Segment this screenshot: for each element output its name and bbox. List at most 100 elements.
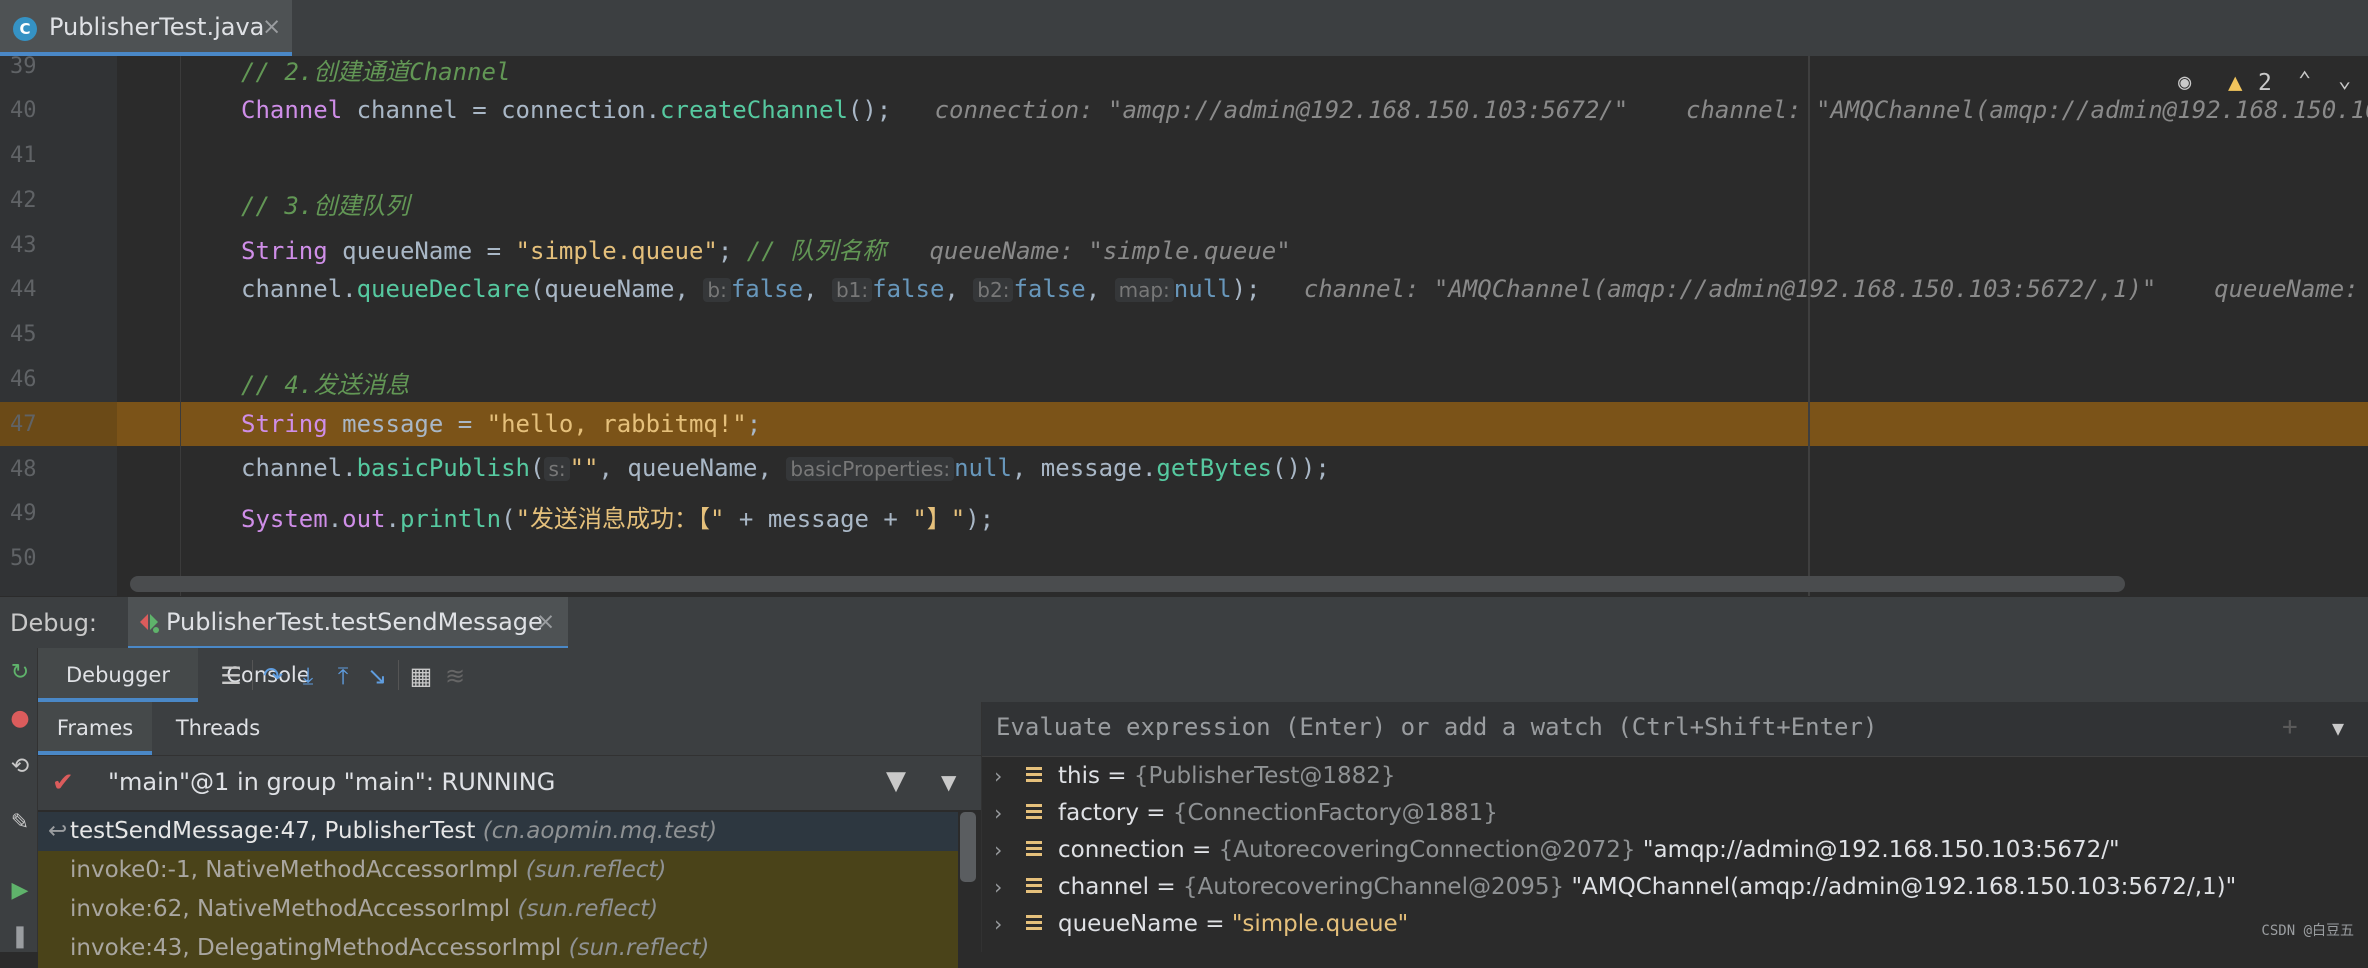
variable-ref: {PublisherTest@1882}: [1133, 763, 1396, 789]
trace-stream-icon[interactable]: ≋: [442, 663, 468, 689]
variable-name: this =: [1058, 763, 1134, 789]
inline-debug-value: channel: "AMQChannel(amqp://admin@192.16…: [1303, 275, 2359, 303]
variable-name: factory =: [1058, 800, 1173, 826]
tab-frames[interactable]: Frames: [38, 702, 152, 755]
line-number: 45: [10, 322, 37, 347]
code-text: (: [501, 505, 516, 533]
inspection-widget[interactable]: ◉ ▲ 2 ⌃ ⌄: [2178, 64, 2368, 108]
frame-package: (cn.aopmin.mq.test): [482, 818, 718, 844]
settings-wrench-icon[interactable]: ✎: [9, 812, 31, 834]
code-string: "发送消息成功：【": [515, 505, 725, 533]
chevron-down-icon[interactable]: ⌄: [2338, 68, 2351, 93]
code-text: channel.: [241, 454, 357, 482]
param-hint: s:: [544, 457, 570, 481]
chevron-down-icon[interactable]: ▼: [941, 770, 956, 794]
code-type: String: [241, 410, 328, 438]
pause-program-icon[interactable]: ❚: [9, 926, 31, 948]
editor-tab-publishertest[interactable]: C PublisherTest.java ×: [0, 0, 292, 56]
param-hint: map:: [1114, 278, 1174, 302]
code-line-44: channel.queueDeclare(queueName, b: false,…: [241, 275, 2368, 303]
code-text: channel.: [241, 275, 357, 303]
editor-tab-bar: C PublisherTest.java ×: [0, 0, 2368, 57]
line-number: 49: [10, 501, 37, 526]
variable-ref: {ConnectionFactory@1881}: [1172, 800, 1498, 826]
close-icon[interactable]: ×: [262, 14, 281, 40]
param-hint: b2:: [973, 278, 1014, 302]
variable-row[interactable]: › connection = {AutorecoveringConnection…: [982, 832, 2362, 869]
code-editor[interactable]: 39 40 41 42 43 44 45 46 47 48 49 50 // 2…: [0, 56, 2368, 596]
frames-scrollbar[interactable]: [960, 812, 976, 882]
tab-threads[interactable]: Threads: [158, 702, 278, 755]
code-text: ();: [847, 96, 892, 124]
close-icon[interactable]: ×: [536, 609, 555, 635]
chevron-right-icon[interactable]: ›: [992, 832, 1004, 869]
line-number: 50: [10, 546, 37, 571]
line-number: 39: [10, 56, 37, 79]
code-method: queueDeclare: [356, 275, 530, 303]
code-line-48: channel.basicPublish(s: "", queueName, ba…: [241, 454, 1330, 482]
code-text: message =: [327, 410, 487, 438]
rerun-failed-icon[interactable]: ●: [9, 708, 31, 730]
rerun-icon[interactable]: ↻: [9, 662, 31, 684]
layout-menu-icon[interactable]: ☰: [218, 663, 244, 689]
run-to-cursor-icon[interactable]: ↘: [364, 663, 390, 689]
variable-row[interactable]: › this = {PublisherTest@1882}: [982, 758, 2362, 795]
chevron-right-icon[interactable]: ›: [992, 906, 1004, 943]
indent-guide: [180, 56, 181, 596]
chevron-up-icon[interactable]: ⌃: [2298, 68, 2311, 93]
code-comment: // 队列名称: [746, 237, 887, 265]
add-watch-icon[interactable]: +: [2282, 712, 2298, 742]
restore-layout-icon[interactable]: ⟲: [9, 756, 31, 778]
code-text: channel = connection.: [342, 96, 661, 124]
chevron-right-icon[interactable]: ›: [992, 869, 1004, 906]
code-text: ,: [944, 275, 974, 303]
frames-pane: Frames Threads ✔ "main"@1 in group "main…: [38, 702, 982, 968]
code-string: "】": [912, 505, 966, 533]
field-icon: [1026, 878, 1042, 896]
filter-icon[interactable]: ▼: [886, 766, 906, 796]
code-type: Channel: [241, 96, 343, 124]
stack-frame[interactable]: ↩ testSendMessage:47, PublisherTest (cn.…: [38, 812, 958, 851]
frame-method: invoke0:-1, NativeMethodAccessorImpl: [70, 857, 526, 883]
variable-row[interactable]: › channel = {AutorecoveringChannel@2095}…: [982, 869, 2362, 906]
return-arrow-icon: ↩: [48, 818, 68, 844]
frame-package: (sun.reflect): [525, 857, 667, 883]
code-string: "hello, rabbitmq!": [486, 410, 747, 438]
hidden-eye-icon[interactable]: ◉: [2178, 70, 2191, 95]
chevron-down-icon[interactable]: ▼: [2332, 716, 2344, 740]
stack-frame[interactable]: invoke0:-1, NativeMethodAccessorImpl (su…: [38, 851, 958, 890]
code-literal: null: [1173, 275, 1232, 303]
code-comment: // 3.创建队列: [241, 192, 410, 220]
thread-selector[interactable]: ✔ "main"@1 in group "main": RUNNING ▼ ▼: [38, 756, 981, 810]
warning-icon: ▲: [2228, 68, 2243, 96]
debug-side-toolbar: ↻ ● ⟲ ✎ ▶ ❚: [0, 648, 38, 952]
editor-tab-label: PublisherTest.java: [49, 13, 265, 41]
toolbar-separator: [252, 660, 253, 690]
chevron-right-icon[interactable]: ›: [992, 795, 1004, 832]
step-into-icon[interactable]: ⤓: [295, 663, 321, 689]
code-text: ;: [746, 410, 762, 438]
code-text: queueName =: [327, 237, 516, 265]
step-out-icon[interactable]: ⤒: [330, 663, 356, 689]
debug-session-tab[interactable]: PublisherTest.testSendMessage ×: [128, 597, 568, 649]
stack-frame[interactable]: invoke:62, NativeMethodAccessorImpl (sun…: [38, 890, 958, 929]
stack-frame[interactable]: invoke:43, DelegatingMethodAccessorImpl …: [38, 929, 958, 968]
evaluate-expression-input[interactable]: Evaluate expression (Enter) or add a wat…: [996, 713, 1877, 741]
code-text: ,: [1085, 275, 1115, 303]
code-type: String: [241, 237, 328, 265]
watermark: CSDN @白豆五: [2261, 923, 2354, 939]
evaluate-expression-icon[interactable]: ▦: [408, 663, 434, 689]
field-icon: [1026, 841, 1042, 859]
tab-debugger[interactable]: Debugger: [38, 648, 198, 702]
step-over-icon[interactable]: ↷: [260, 663, 286, 689]
code-text: , queueName,: [598, 454, 787, 482]
chevron-right-icon[interactable]: ›: [992, 758, 1004, 795]
inline-debug-value: queueName: "simple.queue": [929, 237, 1291, 265]
variable-row[interactable]: › queueName = "simple.queue": [982, 906, 2362, 943]
resume-program-icon[interactable]: ▶: [9, 880, 31, 902]
variable-value: "simple.queue": [1231, 911, 1409, 937]
variables-pane: Evaluate expression (Enter) or add a wat…: [982, 702, 2368, 952]
variable-row[interactable]: › factory = {ConnectionFactory@1881}: [982, 795, 2362, 832]
frame-package: (sun.reflect): [568, 935, 710, 961]
horizontal-scrollbar[interactable]: [130, 576, 2125, 592]
